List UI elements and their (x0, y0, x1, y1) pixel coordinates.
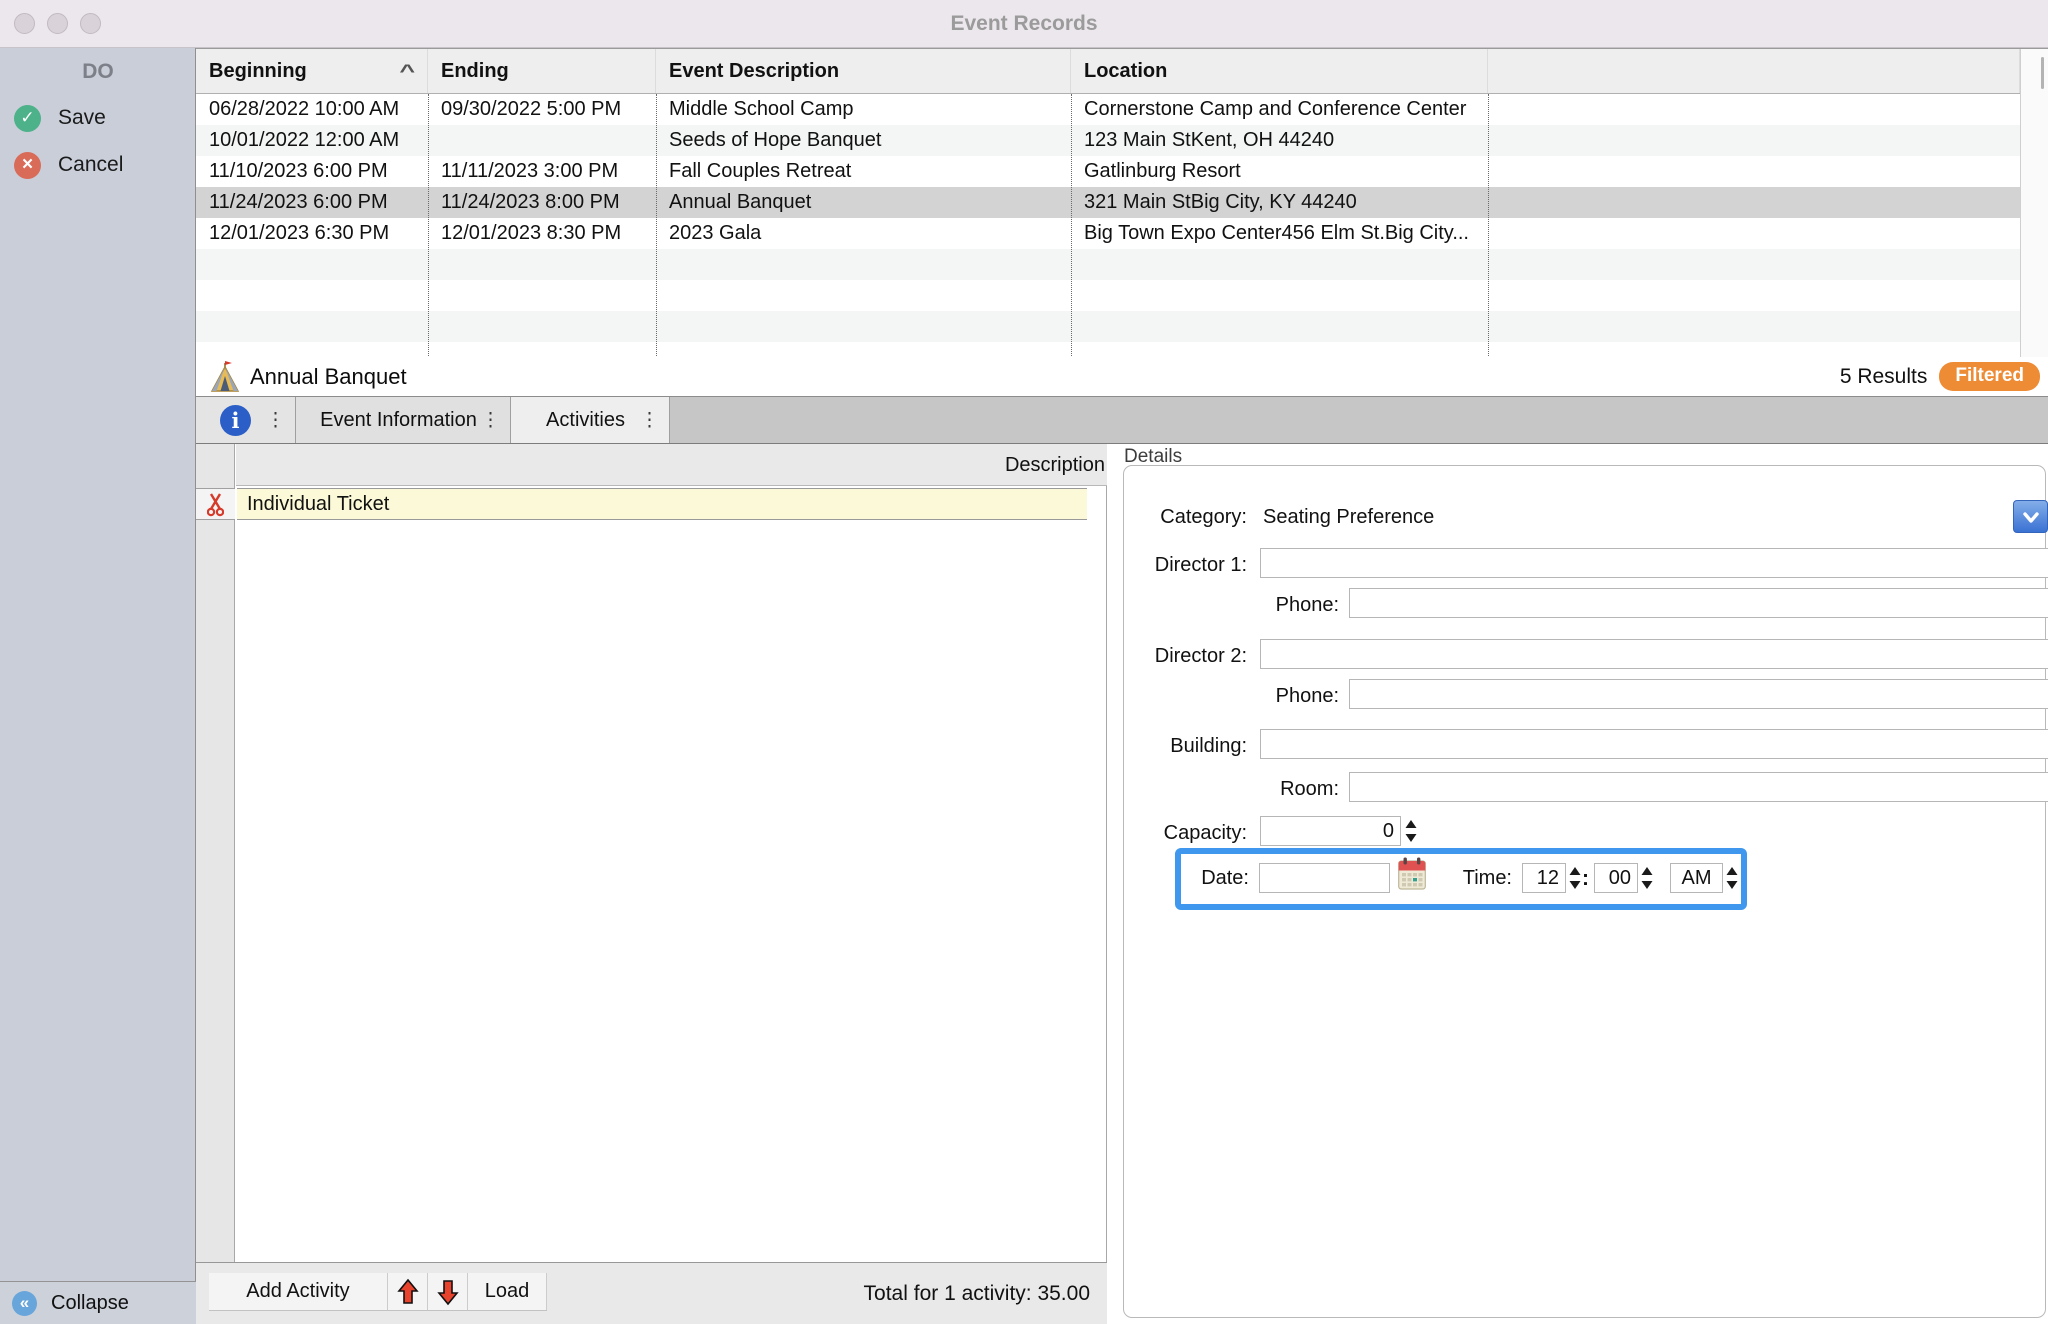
tab-event-information[interactable]: Event Information ⋮ (296, 397, 511, 443)
phone1-label: Phone: (1275, 594, 1339, 616)
date-input[interactable] (1259, 863, 1390, 893)
red-arrow-down-icon (436, 1278, 459, 1306)
column-header-beginning[interactable]: Beginning ^ (196, 49, 428, 93)
director2-input[interactable] (1260, 639, 2048, 669)
info-icon[interactable]: i (220, 404, 251, 436)
capacity-input[interactable]: 0 (1260, 816, 1401, 846)
kebab-menu-icon[interactable]: ⋮ (640, 409, 659, 432)
room-label: Room: (1280, 778, 1339, 800)
activities-column-header[interactable]: Description (236, 444, 1107, 486)
director2-label: Director 2: (1154, 645, 1247, 667)
main-area: Beginning ^ Ending Event Description Loc… (196, 48, 2048, 1324)
capacity-label: Capacity: (1163, 822, 1247, 844)
empty-row (196, 342, 2020, 358)
date-time-highlight-box: Date: Time: 12: 00 AM (1175, 848, 1747, 910)
table-scrollbar[interactable] (2020, 49, 2048, 357)
empty-row (196, 249, 2020, 280)
chevrons-left-icon: « (12, 1290, 37, 1316)
action-sidebar: DO ✓ Save × Cancel « Collapse (0, 48, 196, 1324)
scissors-icon (207, 492, 224, 517)
sidebar-header: DO (82, 60, 114, 83)
add-activity-button[interactable]: Add Activity (209, 1273, 388, 1310)
phone1-input[interactable] (1349, 588, 2048, 618)
table-header-row: Beginning ^ Ending Event Description Loc… (196, 49, 2048, 94)
delete-activity-button[interactable] (196, 488, 235, 520)
selected-record-title: Annual Banquet (250, 363, 407, 389)
move-up-button[interactable] (388, 1273, 428, 1310)
collapse-label: Collapse (51, 1291, 129, 1314)
ampm-stepper[interactable] (1725, 865, 1739, 891)
table-row[interactable]: 10/01/2022 12:00 AM Seeds of Hope Banque… (196, 125, 2020, 156)
phone2-input[interactable] (1349, 679, 2048, 709)
activity-buttons: Add Activity Load (209, 1273, 547, 1311)
event-records-table: Beginning ^ Ending Event Description Loc… (196, 48, 2048, 358)
time-minute-input[interactable]: 00 (1594, 863, 1638, 893)
details-groupbox: Category: Seating Preference Director 1:… (1123, 465, 2048, 1318)
time-label: Time: (1462, 867, 1512, 889)
event-records-window: Event Records DO ✓ Save × Cancel « Colla… (0, 0, 2048, 1324)
table-row-selected[interactable]: 11/24/2023 6:00 PM 11/24/2023 8:00 PM An… (196, 187, 2020, 218)
room-input[interactable] (1349, 772, 2048, 802)
scrollbar-thumb[interactable] (2041, 57, 2044, 89)
row-gutter (196, 444, 235, 1262)
minute-stepper[interactable] (1640, 865, 1654, 891)
sort-ascending-icon: ^ (399, 61, 416, 81)
time-hour-input[interactable]: 12 (1522, 863, 1566, 893)
time-colon: : (1582, 867, 1589, 890)
empty-row (196, 311, 2020, 342)
activities-footer: Add Activity Load Total for 1 activity: … (196, 1262, 1107, 1324)
building-label: Building: (1170, 735, 1247, 757)
time-ampm-input[interactable]: AM (1670, 863, 1723, 893)
window-title: Event Records (950, 12, 1098, 35)
check-icon: ✓ (14, 104, 41, 132)
tab-bar: i ⋮ Event Information ⋮ Activities ⋮ (196, 397, 2048, 444)
activities-total: Total for 1 activity: 35.00 (863, 1282, 1090, 1305)
building-input[interactable] (1260, 729, 2048, 759)
category-dropdown-button[interactable] (2013, 500, 2048, 533)
cancel-label: Cancel (58, 153, 124, 176)
date-label: Date: (1201, 867, 1249, 889)
filtered-badge[interactable]: Filtered (1939, 362, 2040, 391)
content-area: Description Individual Ticket Add Activi… (196, 444, 2048, 1324)
collapse-button[interactable]: « Collapse (0, 1281, 196, 1324)
tab-activities[interactable]: Activities ⋮ (511, 397, 670, 443)
save-button[interactable]: ✓ Save (0, 101, 196, 135)
description-column-label: Description (1004, 454, 1105, 476)
hour-stepper[interactable] (1568, 865, 1582, 891)
selected-record-bar: Annual Banquet 5 Results Filtered (196, 357, 2048, 397)
info-segment: i ⋮ (196, 397, 296, 443)
x-icon: × (14, 151, 41, 179)
title-bar: Event Records (0, 0, 2048, 48)
column-header-event-description[interactable]: Event Description (656, 49, 1071, 93)
empty-row (196, 280, 2020, 311)
kebab-menu-icon[interactable]: ⋮ (266, 409, 285, 432)
table-body: 06/28/2022 10:00 AM 09/30/2022 5:00 PM M… (196, 94, 2020, 358)
table-row[interactable]: 06/28/2022 10:00 AM 09/30/2022 5:00 PM M… (196, 94, 2020, 125)
kebab-menu-icon[interactable]: ⋮ (481, 409, 500, 432)
details-panel: Details Category: Seating Preference Dir… (1108, 444, 2048, 1324)
category-label: Category: (1160, 506, 1247, 528)
chevron-down-icon (2018, 506, 2044, 528)
column-header-location[interactable]: Location (1071, 49, 1488, 93)
category-value: Seating Preference (1263, 506, 1435, 528)
load-button[interactable]: Load (468, 1273, 547, 1310)
phone2-label: Phone: (1275, 685, 1339, 707)
activity-row[interactable]: Individual Ticket (237, 488, 1087, 520)
results-count: 5 Results (1839, 364, 1928, 388)
table-row[interactable]: 12/01/2023 6:30 PM 12/01/2023 8:30 PM 20… (196, 218, 2020, 249)
column-header-ending[interactable]: Ending (428, 49, 656, 93)
tent-icon (210, 360, 240, 393)
column-header-empty (1488, 49, 2020, 93)
move-down-button[interactable] (428, 1273, 468, 1310)
save-label: Save (58, 106, 106, 129)
activities-panel: Description Individual Ticket Add Activi… (196, 444, 1107, 1324)
director1-input[interactable] (1260, 548, 2048, 578)
director1-label: Director 1: (1154, 554, 1247, 576)
table-row[interactable]: 11/10/2023 6:00 PM 11/11/2023 3:00 PM Fa… (196, 156, 2020, 187)
capacity-stepper[interactable] (1404, 818, 1418, 844)
red-arrow-up-icon (396, 1278, 419, 1306)
cancel-button[interactable]: × Cancel (0, 148, 196, 182)
